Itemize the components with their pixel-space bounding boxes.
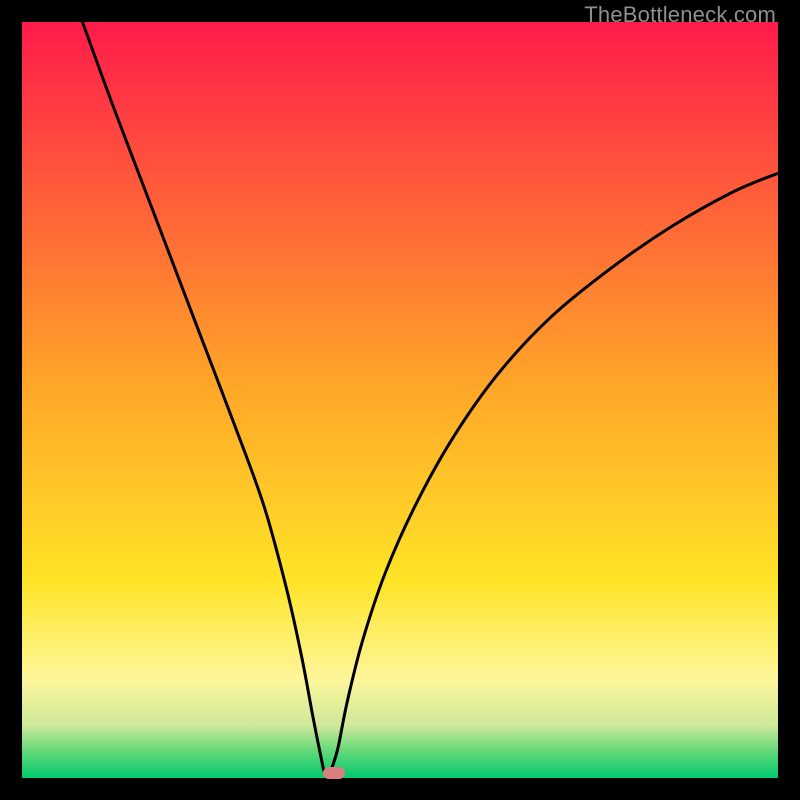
gradient-background xyxy=(22,22,778,778)
watermark-text: TheBottleneck.com xyxy=(584,2,776,28)
chart-frame xyxy=(22,22,778,778)
optimum-marker xyxy=(323,767,345,779)
bottleneck-chart xyxy=(22,22,778,778)
